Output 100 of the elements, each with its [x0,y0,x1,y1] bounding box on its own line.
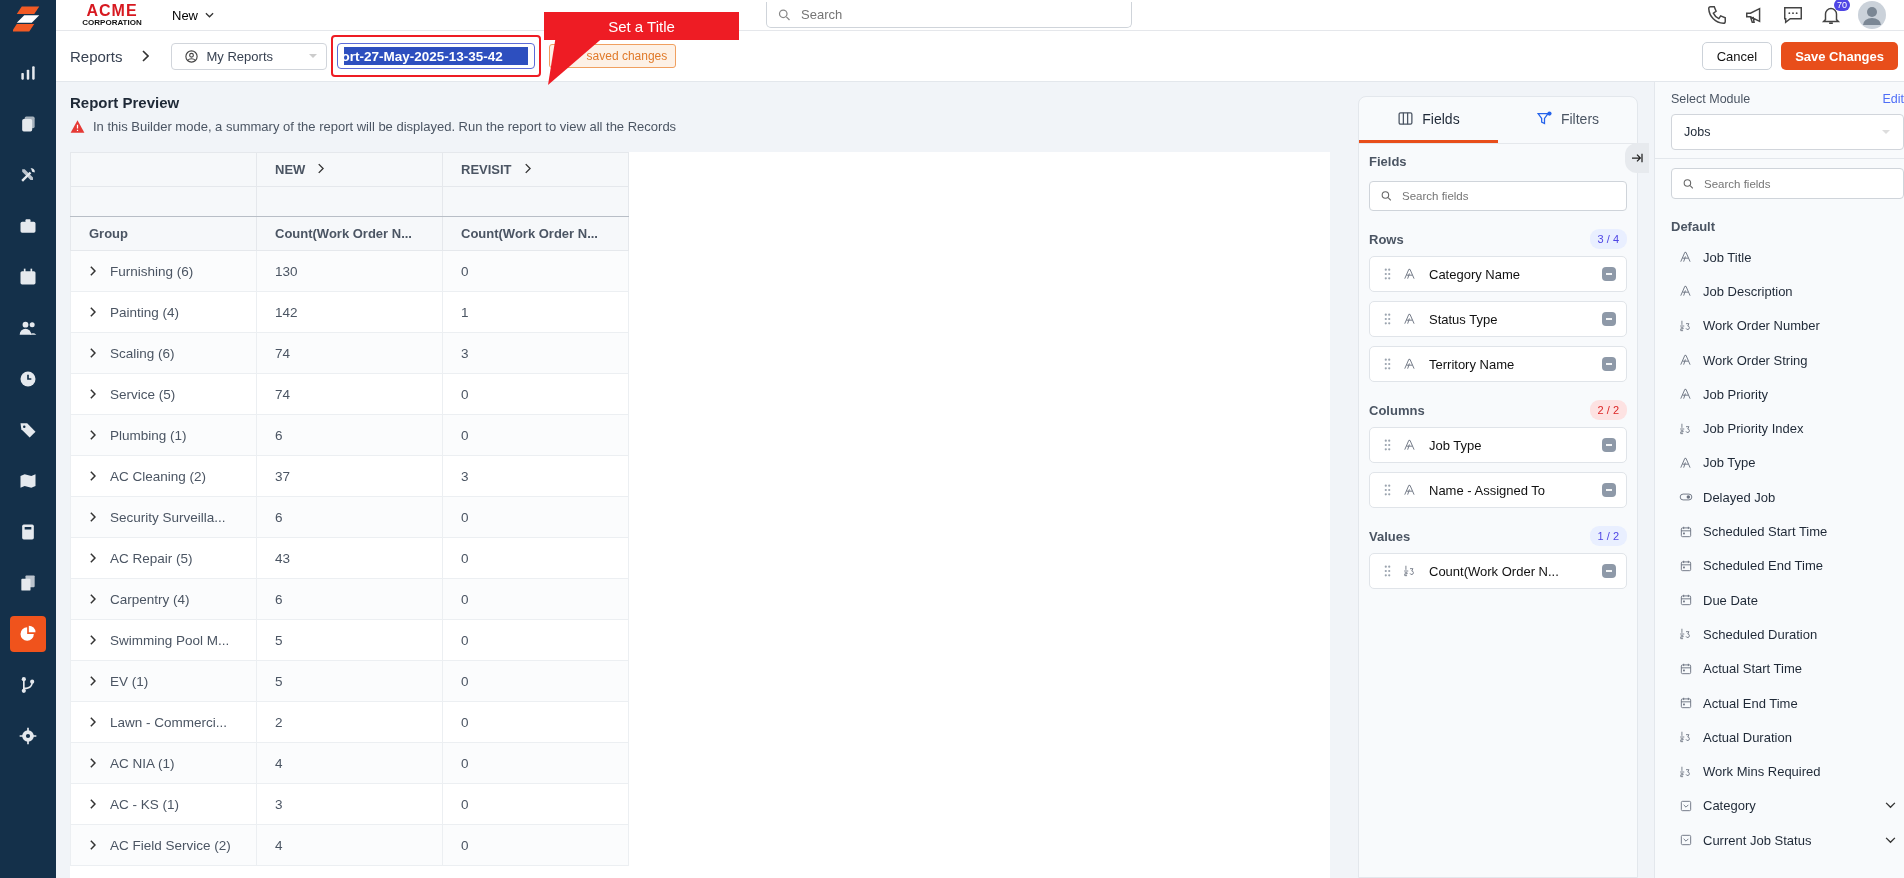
expand-chevron-icon[interactable] [89,675,96,686]
field-list-item[interactable]: Scheduled Start Time [1703,524,1904,539]
field-list-item[interactable]: Work Order Number [1703,318,1904,334]
remove-icon[interactable] [1602,267,1616,281]
expand-chevron-icon[interactable] [89,593,96,604]
chevron-down-icon[interactable] [1885,802,1896,810]
table-cell: 4 [256,824,443,866]
field-list-item[interactable]: Work Order String [1703,352,1904,368]
drag-handle-icon[interactable] [1384,565,1391,577]
table-cell: 0 [442,578,629,620]
field-chip[interactable]: Name - Assigned To [1369,472,1627,508]
search-field[interactable]: Search [766,2,1132,28]
drag-handle-icon[interactable] [1384,268,1391,280]
count-badge: 1 / 2 [1589,526,1627,546]
save-button[interactable]: Save Changes [1781,42,1898,70]
search-field[interactable]: Search fields [1369,181,1627,211]
table-cell: 0 [442,824,629,866]
field-chip[interactable]: Count(Work Order N... [1369,553,1627,589]
expand-chevron-icon[interactable] [89,552,96,563]
field-list-item[interactable]: Scheduled End Time [1703,558,1904,574]
chevron-right-icon [140,50,149,62]
field-list-item[interactable]: Current Job Status [1703,832,1875,848]
field-list-item[interactable]: Due Date [1703,592,1904,608]
search-field[interactable]: Search fields [1671,168,1904,199]
panel-tab[interactable]: Filters [1498,97,1637,143]
remove-icon[interactable] [1602,438,1616,452]
field-list-item[interactable]: Job Priority Index [1703,421,1904,437]
drag-handle-icon[interactable] [1384,439,1391,451]
breadcrumb-link[interactable]: Reports [70,47,123,65]
report-title-input[interactable]: ort-27-May-2025-13-35-42 [336,43,535,69]
panel-tab[interactable]: Fields [1359,97,1498,143]
field-list-item[interactable]: Work Mins Required [1703,764,1904,780]
chevron-down-icon[interactable] [1885,836,1896,844]
table-cell: 5 [256,660,443,702]
group-cell: EV (1) [110,673,149,689]
expand-chevron-icon[interactable] [89,265,96,276]
phone-icon[interactable] [1706,4,1728,26]
expand-chevron-icon[interactable] [89,388,96,399]
field-list-item[interactable]: Scheduled Duration [1703,626,1904,642]
group-cell: Painting (4) [110,304,180,320]
expand-chevron-icon[interactable] [89,470,96,481]
map-icon [18,471,38,491]
cancel-button[interactable]: Cancel [1701,42,1773,70]
field-list-item[interactable]: Job Title [1703,249,1904,265]
field-chip[interactable]: Status Type [1369,301,1627,337]
field-list-item[interactable]: Job Priority [1703,386,1904,402]
field-list-item[interactable]: Delayed Job [1703,489,1904,505]
table-cell: 0 [442,742,629,784]
panel-heading: Fields [1369,154,1408,169]
group-cell: Scaling (6) [110,345,175,361]
remove-icon[interactable] [1602,357,1616,371]
edit-link[interactable]: Edit [1882,92,1904,106]
text-type-icon [1403,483,1417,497]
table-cell: 43 [256,537,443,579]
calendar-icon [1679,696,1693,710]
bar-chart-icon [18,63,38,83]
table-cell: 3 [442,332,629,374]
section-label: Columns [1369,402,1425,418]
dropdown-type-icon [1679,798,1693,813]
column-group-header[interactable]: REVISIT [442,152,629,187]
field-list-item[interactable]: Actual Duration [1703,729,1904,745]
field-list-item[interactable]: Job Type [1703,455,1904,471]
field-chip[interactable]: Job Type [1369,427,1627,463]
expand-chevron-icon[interactable] [89,347,96,358]
chat-icon[interactable] [1782,4,1804,26]
remove-icon[interactable] [1602,564,1616,578]
avatar-icon[interactable] [1858,1,1886,29]
expand-chevron-icon[interactable] [89,634,96,645]
dropdown-type-icon [1679,833,1693,848]
remove-icon[interactable] [1602,483,1616,497]
field-list-item[interactable]: Actual End Time [1703,695,1904,711]
field-chip[interactable]: Territory Name [1369,346,1627,382]
field-chip[interactable]: Category Name [1369,256,1627,292]
collapse-panel-button[interactable] [1625,143,1649,173]
expand-chevron-icon[interactable] [89,306,96,317]
drag-handle-icon[interactable] [1384,313,1391,325]
column-header: Count(Work Order N... [256,216,443,251]
field-list-item[interactable]: Category [1703,798,1875,814]
table-cell: 0 [442,660,629,702]
text-type-icon [1679,353,1693,368]
group-cell: AC Cleaning (2) [110,468,207,484]
expand-chevron-icon[interactable] [89,839,96,850]
drag-handle-icon[interactable] [1384,484,1391,496]
new-menu-button[interactable]: New [166,6,220,24]
drag-handle-icon[interactable] [1384,358,1391,370]
number-type-icon [1679,318,1693,333]
expand-chevron-icon[interactable] [89,511,96,522]
expand-chevron-icon[interactable] [89,429,96,440]
folder-dropdown[interactable]: My Reports [170,42,327,70]
field-list-item[interactable]: Job Description [1703,283,1904,299]
expand-chevron-icon[interactable] [89,716,96,727]
remove-icon[interactable] [1602,312,1616,326]
module-dropdown[interactable]: Jobs [1671,114,1904,150]
expand-chevron-icon[interactable] [89,798,96,809]
field-list-item[interactable]: Actual Start Time [1703,661,1904,677]
column-group-header[interactable]: NEW [256,152,443,187]
pie-chart-icon [18,624,38,644]
group-cell: Carpentry (4) [110,591,190,607]
table-cell: 1 [442,291,629,333]
expand-chevron-icon[interactable] [89,757,96,768]
